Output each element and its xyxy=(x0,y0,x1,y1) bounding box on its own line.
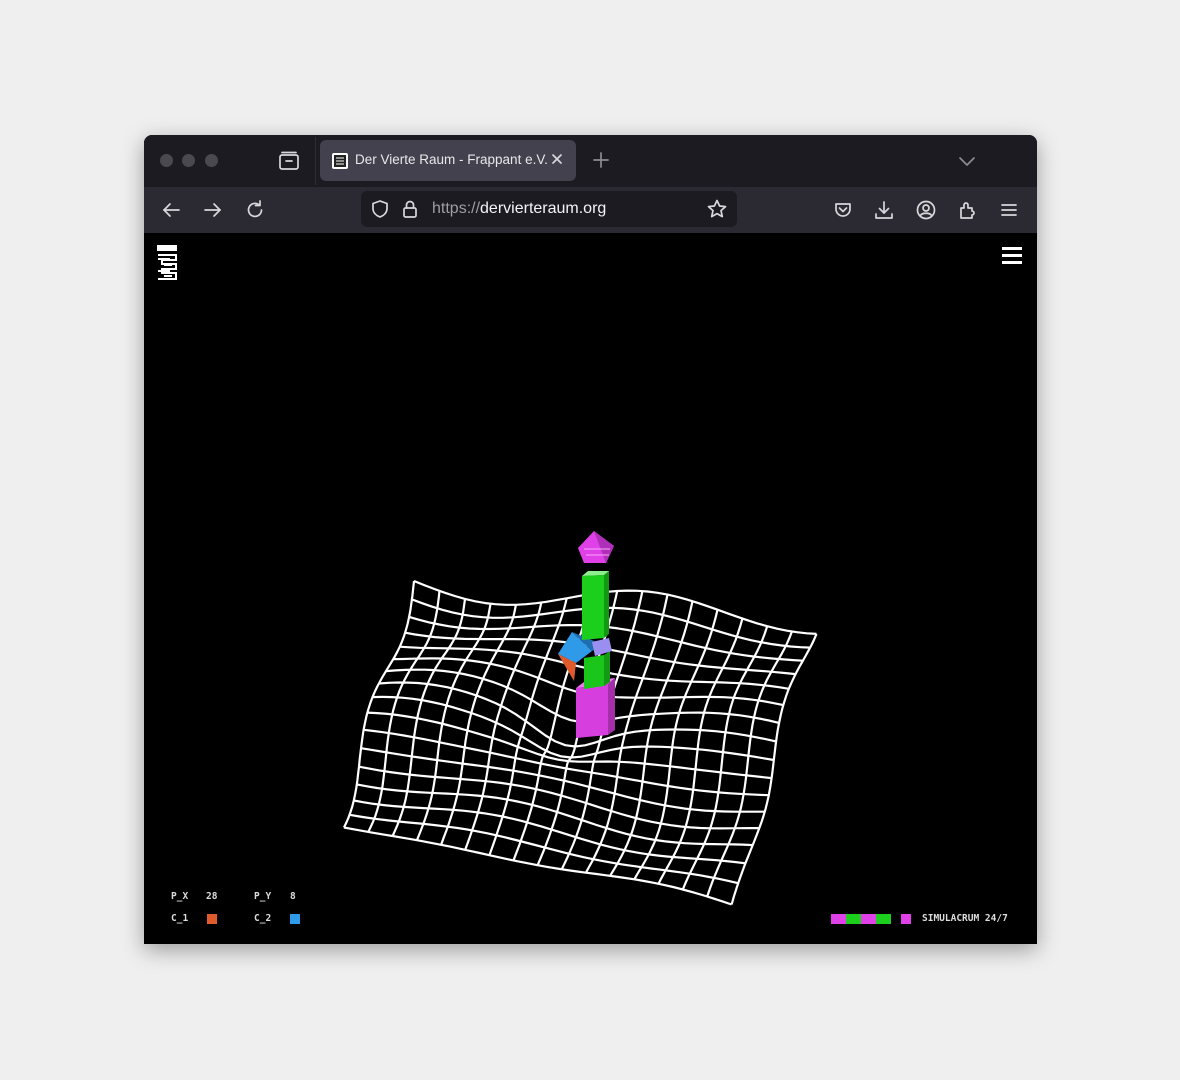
grid-line xyxy=(343,826,732,906)
grid-line xyxy=(360,747,765,813)
reload-icon[interactable] xyxy=(244,199,266,221)
site-menu-icon[interactable] xyxy=(1002,247,1022,264)
tab-list-icon[interactable] xyxy=(278,151,300,171)
navigation-toolbar: https://dervierteraum.org xyxy=(144,187,1037,233)
c2-label: C_2 xyxy=(254,913,272,924)
px-value: 28 xyxy=(206,891,218,902)
account-icon[interactable] xyxy=(915,199,937,221)
tab-strip: Der Vierte Raum - Frappant e.V. xyxy=(144,135,1037,187)
lock-icon[interactable] xyxy=(401,199,419,223)
py-value: 8 xyxy=(290,891,296,902)
pocket-icon[interactable] xyxy=(832,199,854,221)
url-text: https://dervierteraum.org xyxy=(432,200,606,218)
hamburger-menu-icon[interactable] xyxy=(998,199,1020,221)
tab-title: Der Vierte Raum - Frappant e.V. xyxy=(355,152,548,167)
forward-arrow-icon[interactable] xyxy=(202,199,224,221)
chevron-down-icon[interactable] xyxy=(957,153,977,167)
browser-window: Der Vierte Raum - Frappant e.V. https://… xyxy=(144,135,1037,944)
shield-icon[interactable] xyxy=(370,199,390,223)
grid-line xyxy=(411,598,811,649)
close-icon[interactable] xyxy=(550,151,564,165)
address-bar[interactable]: https://dervierteraum.org xyxy=(361,191,737,227)
grid-line xyxy=(358,765,760,830)
favicon-icon xyxy=(332,153,348,169)
tab-separator xyxy=(315,137,316,185)
status-square xyxy=(901,914,911,924)
grid-line xyxy=(367,590,441,833)
site-logo-icon[interactable] xyxy=(157,245,177,281)
wireframe-scene[interactable] xyxy=(144,233,1037,944)
stacked-blocks xyxy=(558,531,615,738)
px-label: P_X xyxy=(171,891,189,902)
plus-icon[interactable] xyxy=(592,151,610,169)
extensions-icon[interactable] xyxy=(957,199,979,221)
star-icon[interactable] xyxy=(707,199,727,223)
status-text: SIMULACRUM 24/7 xyxy=(922,913,1008,924)
py-label: P_Y xyxy=(254,891,272,902)
url-scheme: https:// xyxy=(432,200,481,217)
window-close-button[interactable] xyxy=(160,154,173,167)
window-zoom-button[interactable] xyxy=(205,154,218,167)
url-host: dervierteraum.org xyxy=(480,200,607,217)
c1-swatch xyxy=(207,914,217,924)
c1-label: C_1 xyxy=(171,913,189,924)
window-minimize-button[interactable] xyxy=(182,154,195,167)
terrain-grid xyxy=(343,579,818,906)
back-arrow-icon[interactable] xyxy=(160,199,182,221)
c2-swatch xyxy=(290,914,300,924)
tab-active[interactable]: Der Vierte Raum - Frappant e.V. xyxy=(320,140,576,181)
status-color-bar xyxy=(831,914,891,924)
grid-line xyxy=(363,728,769,797)
page-content: P_X 28 P_Y 8 C_1 C_2 SIMULACRUM 24/7 xyxy=(144,233,1037,944)
download-icon[interactable] xyxy=(873,199,895,221)
